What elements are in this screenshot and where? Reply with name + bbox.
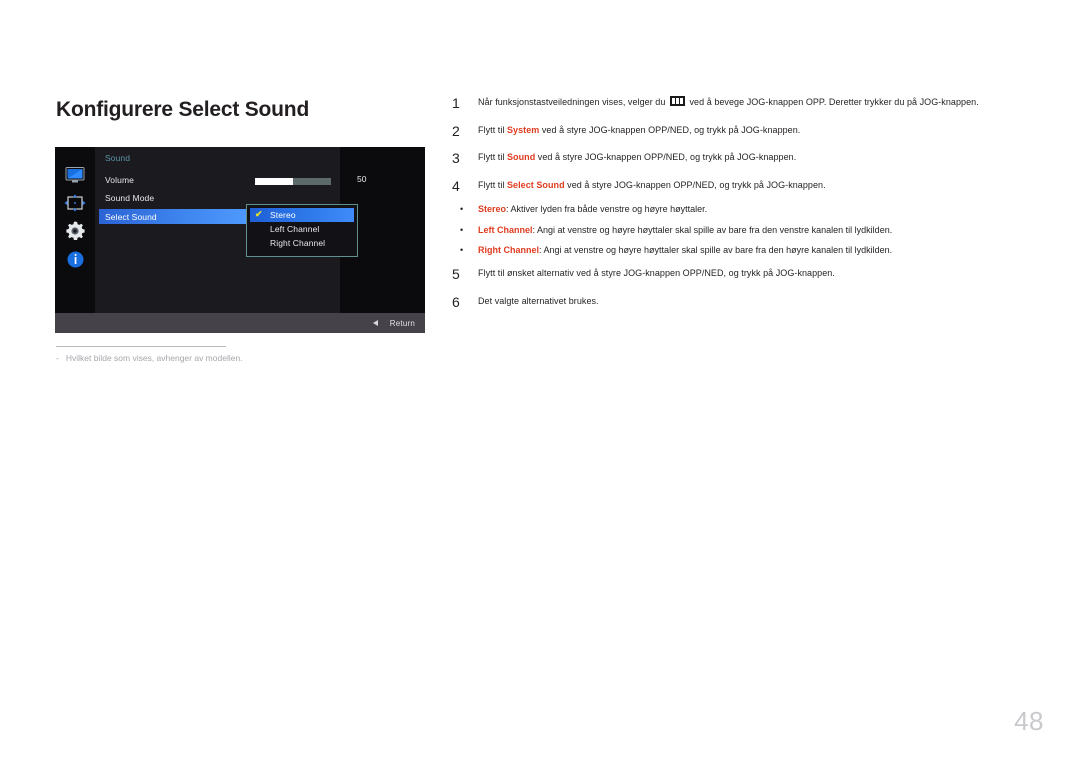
step-5-number: 5 (452, 266, 460, 282)
bullet-left-channel-dot: • (460, 224, 464, 235)
step-2-number: 2 (452, 122, 460, 139)
bullet-stereo-text: Stereo: Aktiver lyden fra både venstre o… (478, 203, 707, 216)
select-sound-dropdown[interactable]: ✔ Stereo Left Channel Right Channel (246, 204, 358, 257)
bullet-right-channel-dot: • (460, 245, 464, 255)
menu-icon (669, 96, 685, 106)
footnote-divider (56, 346, 226, 347)
osd-menu-title: Sound (105, 153, 131, 163)
dropdown-option-stereo[interactable]: ✔ Stereo (250, 208, 354, 222)
step-4-pre: Flytt til (478, 179, 507, 190)
step-3-highlight: Sound (507, 152, 536, 162)
step-4-text: Flytt til Select Sound ved å styre JOG-k… (478, 179, 826, 192)
picture-icon (62, 161, 88, 189)
bullet-stereo-desc: : Aktiver lyden fra både venstre og høyr… (506, 204, 708, 214)
gear-icon (62, 217, 88, 245)
step-4-number: 4 (452, 177, 460, 194)
step-3: 3 Flytt til Sound ved å styre JOG-knappe… (452, 151, 1042, 165)
bullet-right-channel-desc: : Angi at venstre og høyre høyttaler ska… (539, 245, 893, 255)
page-number: 48 (1014, 706, 1044, 736)
osd-return-bar[interactable]: Return (55, 313, 425, 333)
step-6-number: 6 (452, 293, 460, 310)
step-1-number: 1 (452, 95, 460, 111)
osd-panel: Sound Volume Sound Mode 50 Select Sound … (95, 147, 366, 313)
info-icon (62, 245, 88, 273)
step-6-text: Det valgte alternativet brukes. (478, 295, 599, 306)
dropdown-option-stereo-label: Stereo (270, 210, 296, 220)
step-4-highlight: Select Sound (507, 179, 565, 190)
step-1-pre: Når funksjonstastveiledningen vises, vel… (478, 97, 668, 107)
footnote-text: Hvilket bilde som vises, avhenger av mod… (65, 353, 243, 363)
bullet-left-channel-desc: : Angi at venstre og høyre høyttaler ska… (532, 224, 893, 235)
check-icon: ✔ (255, 209, 263, 219)
step-3-post: ved å styre JOG-knappen OPP/NED, og tryk… (535, 152, 797, 162)
dropdown-option-right-channel[interactable]: Right Channel (250, 236, 354, 250)
step-5: 5 Flytt til ønsket alternativ ved å styr… (452, 267, 1042, 281)
bullet-stereo-dot: • (460, 204, 464, 214)
bullet-right-channel-text: Right Channel: Angi at venstre og høyre … (478, 244, 892, 257)
dropdown-option-left-channel[interactable]: Left Channel (250, 222, 354, 236)
step-3-number: 3 (452, 150, 460, 166)
step-1-post: ved å bevege JOG-knappen OPP. Deretter t… (686, 97, 979, 107)
step-4: 4 Flytt til Select Sound ved å styre JOG… (452, 179, 1042, 193)
osd-illustration: Sound Volume Sound Mode 50 Select Sound … (55, 147, 425, 333)
osd-row-volume-label: Volume (105, 175, 134, 185)
back-arrow-icon (372, 320, 378, 326)
step-2-highlight: System (507, 124, 540, 135)
return-label: Return (389, 318, 415, 328)
footnote-dash: - (56, 353, 59, 363)
step-3-pre: Flytt til (478, 152, 507, 162)
step-6: 6 Det valgte alternativet brukes. (452, 295, 1042, 309)
step-2: 2 Flytt til System ved å styre JOG-knapp… (452, 124, 1042, 138)
step-2-post: ved å styre JOG-knappen OPP/NED, og tryk… (539, 124, 801, 135)
instruction-steps: 1 Når funksjonstastveiledningen vises, v… (452, 96, 1042, 322)
bullet-stereo-highlight: Stereo (478, 204, 507, 214)
step-4-post: ved å styre JOG-knappen OPP/NED, og tryk… (564, 179, 826, 190)
step-5-text: Flytt til ønsket alternativ ved å styre … (478, 268, 835, 278)
footnote: - Hvilket bilde som vises, avhenger av mo… (56, 353, 243, 363)
bullet-right-channel-highlight: Right Channel (478, 245, 539, 255)
bullet-left-channel-text: Left Channel: Angi at venstre og høyre h… (478, 224, 892, 237)
bullet-right-channel: • Right Channel: Angi at venstre og høyr… (452, 244, 1042, 257)
osd-row-sound-mode-label: Sound Mode (105, 193, 155, 203)
osd-row-select-sound-label: Select Sound (105, 211, 157, 222)
screen-adjust-icon (62, 189, 88, 217)
step-3-text: Flytt til Sound ved å styre JOG-knappen … (478, 151, 796, 164)
osd-row-select-sound[interactable]: Select Sound (99, 209, 254, 224)
dropdown-option-right-channel-label: Right Channel (270, 238, 326, 248)
step-1-text: Når funksjonstastveiledningen vises, vel… (478, 96, 979, 109)
page-title: Konfigurere Select Sound (56, 98, 310, 121)
volume-slider[interactable] (255, 178, 331, 185)
volume-value: 50 (357, 174, 367, 184)
bullet-left-channel: • Left Channel: Angi at venstre og høyre… (452, 224, 1042, 237)
dropdown-option-left-channel-label: Left Channel (270, 224, 320, 234)
bullet-stereo: • Stereo: Aktiver lyden fra både venstre… (452, 203, 1042, 216)
step-1: 1 Når funksjonstastveiledningen vises, v… (452, 96, 1042, 110)
step-2-text: Flytt til System ved å styre JOG-knappen… (478, 124, 800, 137)
step-2-pre: Flytt til (478, 124, 507, 135)
volume-slider-fill (255, 178, 293, 185)
option-bullet-list: • Stereo: Aktiver lyden fra både venstre… (452, 203, 1042, 257)
bullet-left-channel-highlight: Left Channel (478, 224, 533, 235)
osd-sidebar (55, 147, 95, 313)
